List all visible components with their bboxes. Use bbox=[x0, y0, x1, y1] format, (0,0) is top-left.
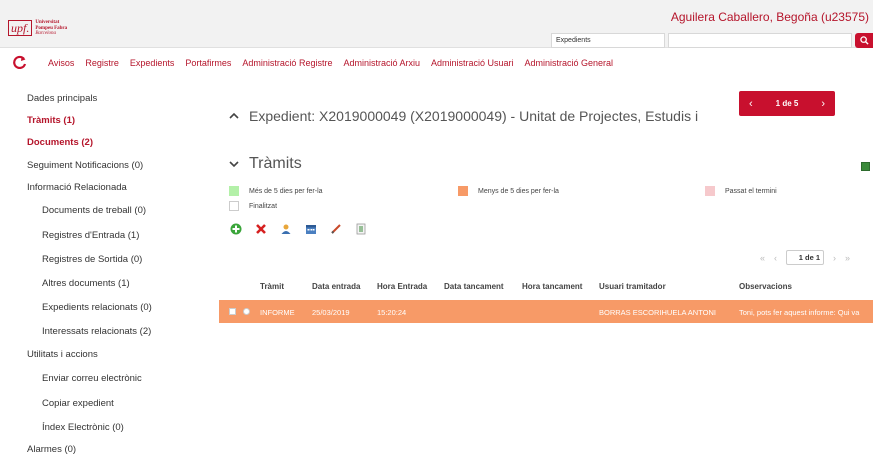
page-number-input[interactable]: 1 de 1 bbox=[786, 250, 825, 265]
section-title: Tràmits bbox=[249, 155, 302, 172]
column-header-hora-tancament[interactable]: Hora tancament bbox=[522, 282, 582, 291]
nav-registre[interactable]: Registre bbox=[85, 58, 119, 68]
sidebar-item-seguiment-notificacions[interactable]: Seguiment Notificacions (0) bbox=[27, 160, 143, 171]
refresh-icon[interactable] bbox=[13, 55, 27, 69]
column-header-data-entrada[interactable]: Data entrada bbox=[312, 282, 360, 291]
cell-observacions: Toni, pots fer aquest informe: Qui va bbox=[739, 308, 860, 317]
list-icon[interactable] bbox=[354, 222, 368, 236]
legend-swatch-white bbox=[229, 201, 239, 211]
sidebar-item-alarmes[interactable]: Alarmes (0) bbox=[27, 444, 76, 454]
legend-label: Passat el termini bbox=[725, 187, 777, 195]
legend-swatch-pink bbox=[705, 186, 715, 196]
logo-line-3: Barcelona bbox=[35, 31, 56, 36]
legend-label: Menys de 5 dies per fer-la bbox=[478, 187, 559, 195]
search-button[interactable] bbox=[855, 33, 873, 48]
nav-menu: Avisos Registre Expedients Portafirmes A… bbox=[48, 58, 613, 68]
pager-next-button[interactable]: › bbox=[821, 98, 825, 110]
sidebar-item-interessats-relacionats[interactable]: Interessats relacionats (2) bbox=[42, 326, 151, 337]
sidebar-item-documents-treball[interactable]: Documents de treball (0) bbox=[42, 205, 146, 216]
sidebar-item-registres-sortida[interactable]: Registres de Sortida (0) bbox=[42, 254, 142, 265]
sidebar-item-documents[interactable]: Documents (2) bbox=[27, 137, 93, 148]
nav-admin-general[interactable]: Administració General bbox=[525, 58, 614, 68]
pager-current: 1 de 5 bbox=[775, 99, 799, 108]
legend-passat-termini: Passat el termini bbox=[705, 186, 777, 196]
calendar-icon[interactable] bbox=[304, 222, 318, 236]
excel-export-icon[interactable] bbox=[861, 162, 870, 171]
tramits-toolbar bbox=[229, 222, 368, 236]
delete-icon[interactable] bbox=[254, 222, 268, 236]
column-header-usuari-tramitador[interactable]: Usuari tramitador bbox=[599, 282, 666, 291]
sidebar-item-expedients-relacionats[interactable]: Expedients relacionats (0) bbox=[42, 302, 152, 313]
pager-next-button[interactable]: › bbox=[833, 253, 836, 263]
row-checkbox[interactable] bbox=[229, 308, 236, 315]
logo-text: Universitat Pompeu Fabra Barcelona bbox=[35, 20, 67, 37]
column-header-observacions[interactable]: Observacions bbox=[739, 282, 792, 291]
app-header: upf. Universitat Pompeu Fabra Barcelona … bbox=[0, 0, 873, 48]
legend-label: Finalitzat bbox=[249, 202, 278, 210]
cell-hora-entrada: 15:20:24 bbox=[377, 308, 407, 317]
nav-admin-registre[interactable]: Administració Registre bbox=[242, 58, 332, 68]
nav-admin-arxiu[interactable]: Administració Arxiu bbox=[343, 58, 420, 68]
nav-portafirmes[interactable]: Portafirmes bbox=[185, 58, 231, 68]
table-pager: « ‹ 1 de 1 › » bbox=[760, 250, 850, 265]
sidebar-item-enviar-correu[interactable]: Enviar correu electrònic bbox=[42, 373, 142, 384]
chevron-down-icon bbox=[229, 161, 239, 168]
pager-prev-button[interactable]: ‹ bbox=[774, 253, 777, 263]
legend-finalitzat: Finalitzat bbox=[229, 201, 277, 211]
column-header-data-tancament[interactable]: Data tancament bbox=[444, 282, 504, 291]
page-label: 1 de 1 bbox=[798, 253, 821, 262]
add-icon[interactable] bbox=[229, 222, 243, 236]
cell-tramit[interactable]: INFORME bbox=[260, 308, 295, 317]
sidebar-item-index-electronic[interactable]: Índex Electrònic (0) bbox=[42, 422, 124, 433]
sidebar-heading-utilitats: Utilitats i accions bbox=[27, 349, 98, 360]
expedient-header[interactable]: Expedient: X2019000049 (X2019000049) - U… bbox=[228, 108, 698, 124]
pager-last-button[interactable]: » bbox=[845, 253, 850, 263]
search-type-select[interactable]: Expedients bbox=[551, 33, 665, 48]
user-name-link[interactable]: Aguilera Caballero, Begoña (u23575) bbox=[671, 10, 869, 24]
column-header-hora-entrada[interactable]: Hora Entrada bbox=[377, 282, 427, 291]
sidebar-item-registres-entrada[interactable]: Registres d'Entrada (1) bbox=[42, 230, 139, 241]
cell-data-entrada: 25/03/2019 bbox=[312, 308, 350, 317]
nav-expedients[interactable]: Expedients bbox=[130, 58, 175, 68]
pager-prev-button[interactable]: ‹ bbox=[749, 98, 753, 110]
legend-label: Més de 5 dies per fer-la bbox=[249, 187, 323, 195]
nav-admin-usuari[interactable]: Administració Usuari bbox=[431, 58, 514, 68]
chevron-up-icon bbox=[229, 112, 239, 119]
legend-swatch-orange bbox=[458, 186, 468, 196]
university-logo[interactable]: upf. Universitat Pompeu Fabra Barcelona bbox=[8, 20, 67, 37]
expedient-title: Expedient: X2019000049 (X2019000049) - U… bbox=[249, 108, 699, 124]
expedient-pager: ‹ 1 de 5 › bbox=[739, 91, 835, 116]
cell-usuari: BORRAS ESCORIHUELA ANTONI bbox=[599, 308, 716, 317]
pager-first-button[interactable]: « bbox=[760, 253, 765, 263]
legend-swatch-green bbox=[229, 186, 239, 196]
sidebar-item-copiar-expedient[interactable]: Copiar expedient bbox=[42, 398, 114, 409]
row-radio[interactable] bbox=[243, 308, 250, 315]
edit-icon[interactable] bbox=[329, 222, 343, 236]
sidebar-item-dades-principals[interactable]: Dades principals bbox=[27, 93, 97, 104]
sidebar-item-altres-documents[interactable]: Altres documents (1) bbox=[42, 278, 130, 289]
nav-avisos[interactable]: Avisos bbox=[48, 58, 74, 68]
sidebar-item-tramits[interactable]: Tràmits (1) bbox=[27, 115, 75, 126]
tramits-section-header[interactable]: Tràmits bbox=[228, 155, 302, 173]
search-input[interactable] bbox=[668, 33, 852, 48]
legend-more-5-days: Més de 5 dies per fer-la bbox=[229, 186, 323, 196]
user-icon[interactable] bbox=[279, 222, 293, 236]
legend-less-5-days: Menys de 5 dies per fer-la bbox=[458, 186, 559, 196]
sidebar-heading-informacio-relacionada: Informació Relacionada bbox=[27, 182, 127, 193]
search-icon bbox=[859, 36, 869, 45]
logo-mark: upf. bbox=[8, 20, 33, 37]
column-header-tramit[interactable]: Tràmit bbox=[260, 282, 284, 291]
